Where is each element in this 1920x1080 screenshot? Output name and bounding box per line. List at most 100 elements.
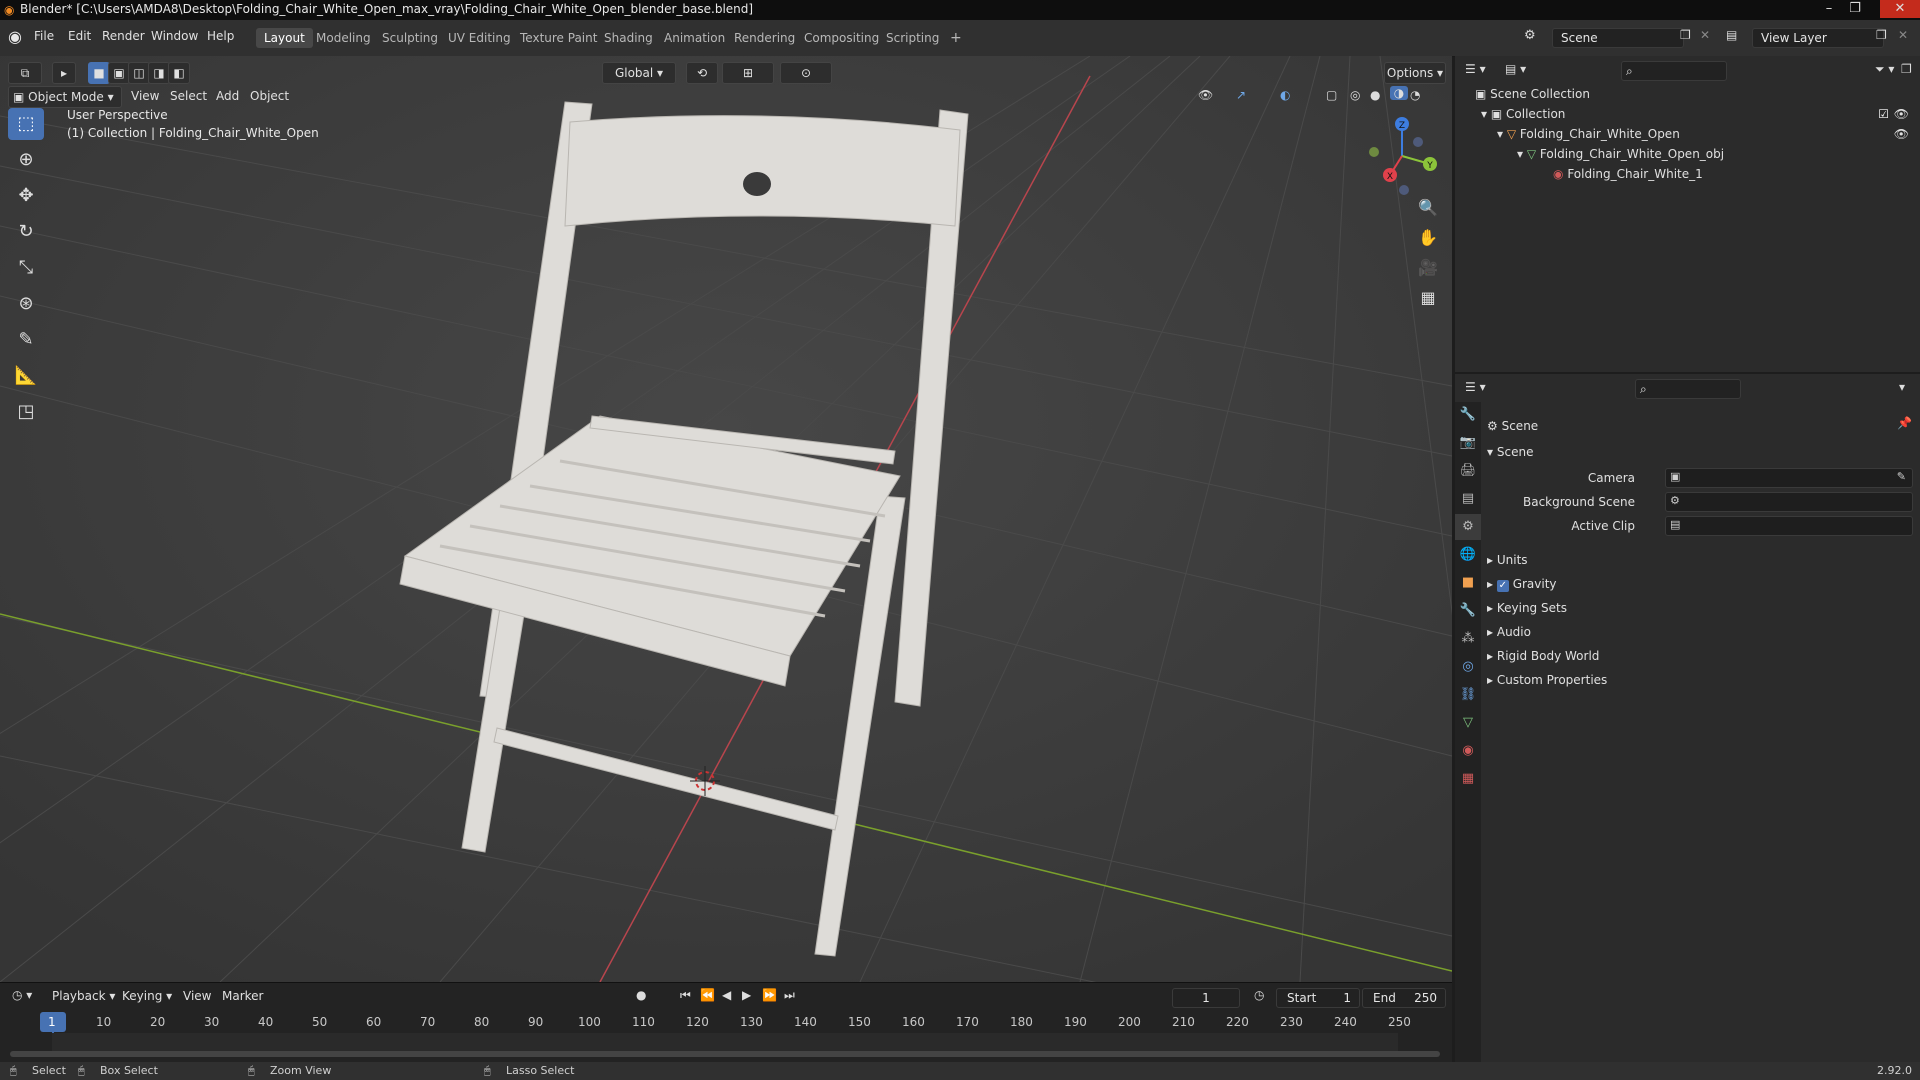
transform-orientation-dropdown[interactable]: Global ▾ [602, 62, 676, 84]
scene-panel-header[interactable]: ▾ Scene [1487, 442, 1533, 462]
constraints-tab-icon[interactable]: ⛓ [1455, 682, 1481, 708]
camera-view-icon[interactable]: 🎥 [1414, 254, 1442, 282]
viewport-menu-select[interactable]: Select [170, 89, 207, 103]
expand-chevron-icon[interactable]: ▸ [1487, 649, 1493, 663]
expand-chevron-icon[interactable]: ▾ [1487, 445, 1493, 459]
pan-hand-icon[interactable]: ✋ [1414, 224, 1442, 252]
menu-file[interactable]: File [34, 29, 54, 43]
scene-name-field[interactable]: Scene [1552, 28, 1684, 48]
ortho-grid-icon[interactable]: ▦ [1414, 284, 1442, 312]
outliner-item-collection[interactable]: ▾ ▣ Collection ☑ 👁 [1481, 104, 1911, 124]
properties-panel[interactable]: ☰ ▾ ⌕ ▾ 🔧 📷 🖨 ▤ ⚙ 🌐 ■ 🔧 ⁂ ◎ ⛓ ▽ ◉ ▦ ⚙ Sc… [1455, 374, 1920, 1062]
keying-sets-panel-header[interactable]: ▸ Keying Sets [1487, 598, 1567, 618]
measure-tool-icon[interactable]: 📐 [8, 360, 44, 392]
editor-type-icon[interactable]: ⧉ [8, 62, 42, 84]
select-extend-icon[interactable]: ▣ [108, 62, 130, 84]
new-scene-icon[interactable]: ❐ [1680, 28, 1691, 42]
select-invert-icon[interactable]: ◨ [148, 62, 170, 84]
snapping-icon[interactable]: ⊞ [722, 62, 774, 84]
view-layer-tab-icon[interactable]: ▤ [1455, 486, 1481, 512]
close-button[interactable]: ✕ [1880, 0, 1920, 18]
units-panel-header[interactable]: ▸ Units [1487, 550, 1528, 570]
maximize-button[interactable]: ❐ [1842, 0, 1868, 18]
expand-chevron-icon[interactable]: ▸ [1487, 673, 1493, 687]
material-tab-icon[interactable]: ◉ [1455, 738, 1481, 764]
texture-tab-icon[interactable]: ▦ [1455, 766, 1481, 792]
shading-wireframe-icon[interactable]: ◎ [1350, 88, 1360, 102]
tab-animation[interactable]: Animation [656, 28, 733, 48]
modifier-tab-icon[interactable]: 🔧 [1455, 598, 1481, 624]
viewport-menu-object[interactable]: Object [250, 89, 289, 103]
eyedropper-icon[interactable]: ✎ [1897, 470, 1906, 483]
outliner-search-input[interactable]: ⌕ [1621, 61, 1727, 81]
menu-render[interactable]: Render [102, 29, 145, 43]
background-scene-field[interactable]: ⚙ [1665, 492, 1913, 512]
filter-icon[interactable]: ⏷ ▾ [1875, 62, 1894, 77]
gizmo-toggle-icon[interactable]: ↗ [1236, 88, 1246, 102]
move-tool-icon[interactable]: ✥ [8, 180, 44, 212]
select-subtract-icon[interactable]: ◫ [128, 62, 150, 84]
gravity-panel-header[interactable]: ▸ ✓ Gravity [1487, 574, 1557, 594]
viewport-menu-add[interactable]: Add [216, 89, 239, 103]
visibility-eye-icon[interactable]: 👁 [1894, 104, 1909, 124]
rotate-tool-icon[interactable]: ↻ [8, 216, 44, 248]
cursor-tool-icon[interactable]: ⊕ [8, 144, 44, 176]
gravity-checkbox[interactable]: ✓ [1496, 580, 1509, 592]
zoom-icon[interactable]: 🔍 [1414, 194, 1442, 222]
select-intersect-icon[interactable]: ◧ [168, 62, 190, 84]
visibility-icon[interactable]: 👁 [1198, 88, 1213, 102]
overlays-toggle-icon[interactable]: ◐ [1280, 88, 1290, 102]
expand-chevron-icon[interactable]: ▸ [1487, 577, 1493, 591]
menu-edit[interactable]: Edit [68, 29, 91, 43]
shading-rendered-icon[interactable]: ◔ [1410, 88, 1420, 102]
view-layer-icon[interactable]: ▤ [1726, 28, 1737, 42]
tab-modeling[interactable]: Modeling [308, 28, 379, 48]
blender-menu-icon[interactable]: ◉ [8, 27, 22, 46]
properties-search-input[interactable]: ⌕ [1635, 379, 1741, 399]
tab-rendering[interactable]: Rendering [726, 28, 803, 48]
outliner-editor-type-icon[interactable]: ☰ ▾ [1465, 62, 1486, 76]
tool-tab-icon[interactable]: 🔧 [1455, 402, 1481, 428]
expand-chevron-icon[interactable]: ▾ [1481, 107, 1487, 121]
expand-chevron-icon[interactable]: ▸ [1487, 625, 1493, 639]
transform-tool-icon[interactable]: ⊛ [8, 288, 44, 320]
tab-uv-editing[interactable]: UV Editing [440, 28, 519, 48]
display-mode-icon[interactable]: ▤ ▾ [1505, 62, 1526, 76]
physics-tab-icon[interactable]: ◎ [1455, 654, 1481, 680]
scene-tab-icon[interactable]: ⚙ [1455, 514, 1481, 540]
expand-chevron-icon[interactable]: ▾ [1517, 147, 1523, 161]
proportional-editing-icon[interactable]: ⊙ [780, 62, 832, 84]
data-tab-icon[interactable]: ▽ [1455, 710, 1481, 736]
delete-view-layer-icon[interactable]: ✕ [1898, 28, 1908, 42]
3d-viewport[interactable]: ⧉ ▸ ■ ▣ ◫ ◨ ◧ Global ▾ ⟲ ⊞ ⊙ Options ▾ ▣… [0, 56, 1452, 982]
audio-panel-header[interactable]: ▸ Audio [1487, 622, 1531, 642]
select-new-icon[interactable]: ■ [88, 62, 110, 84]
new-view-layer-icon[interactable]: ❐ [1876, 28, 1887, 42]
mode-dropdown[interactable]: ▣ Object Mode ▾ [8, 86, 122, 108]
tab-shading[interactable]: Shading [596, 28, 661, 48]
properties-editor-type-icon[interactable]: ☰ ▾ [1465, 380, 1486, 394]
shading-solid-icon[interactable]: ● [1370, 88, 1380, 102]
tab-texture-paint[interactable]: Texture Paint [512, 28, 605, 48]
scale-tool-icon[interactable]: ⤡ [8, 252, 44, 284]
outliner-item-mesh[interactable]: ▾ ▽ Folding_Chair_White_Open_obj [1517, 144, 1724, 164]
world-tab-icon[interactable]: 🌐 [1455, 542, 1481, 568]
exclude-checkbox-icon[interactable]: ☑ [1878, 104, 1889, 124]
tab-scripting[interactable]: Scripting [878, 28, 947, 48]
menu-window[interactable]: Window [151, 29, 198, 43]
viewport-menu-view[interactable]: View [131, 89, 159, 103]
expand-chevron-icon[interactable]: ▾ [1497, 127, 1503, 141]
add-workspace-button[interactable]: + [942, 28, 970, 48]
options-dropdown[interactable]: Options ▾ [1384, 62, 1446, 84]
camera-field[interactable]: ▣ ✎ [1665, 468, 1913, 488]
expand-chevron-icon[interactable]: ▸ [1487, 553, 1493, 567]
object-tab-icon[interactable]: ■ [1455, 570, 1481, 596]
visibility-eye-icon[interactable]: 👁 [1894, 124, 1909, 144]
navigation-gizmo[interactable]: Z Y X [1360, 112, 1450, 202]
annotate-tool-icon[interactable]: ✎ [8, 324, 44, 356]
custom-properties-panel-header[interactable]: ▸ Custom Properties [1487, 670, 1607, 690]
menu-help[interactable]: Help [207, 29, 234, 43]
minimize-button[interactable]: – [1816, 0, 1842, 18]
outliner-item-scene-collection[interactable]: ▣ Scene Collection [1475, 84, 1590, 104]
select-tool-icon[interactable]: ▸ [52, 62, 76, 84]
